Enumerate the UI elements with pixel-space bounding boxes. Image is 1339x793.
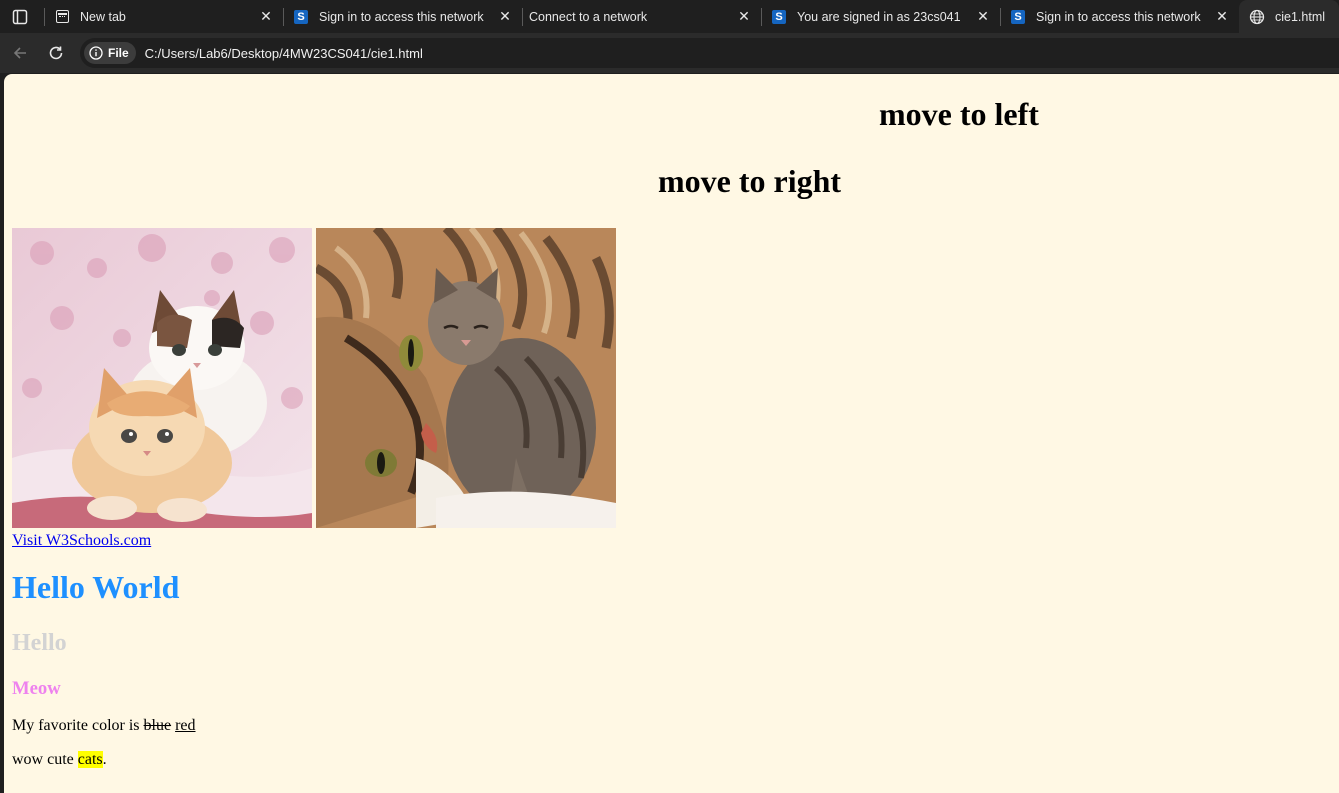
tab-connect-network[interactable]: Connect to a network ✕ <box>522 0 761 33</box>
kittens-image <box>12 228 312 528</box>
site-chip-label: File <box>108 46 129 60</box>
cute-cats-suffix: . <box>102 751 107 768</box>
tab-title: New tab <box>80 9 126 24</box>
tab-actions-icon <box>12 9 28 25</box>
cat-and-kitten-image <box>316 228 616 528</box>
page-viewport: move to left move to right Visit W3Schoo… <box>4 74 1339 793</box>
tab-close-icon[interactable]: ✕ <box>1213 8 1231 26</box>
cute-cats-prefix: wow cute <box>12 751 78 768</box>
reload-icon <box>49 46 63 60</box>
heading-move-to-left: move to left <box>879 96 1039 132</box>
hello-world-heading: Hello World <box>12 569 180 605</box>
tab-actions-menu-button[interactable] <box>10 7 30 27</box>
inserted-text: red <box>175 717 196 734</box>
tab-title: Sign in to access this network <box>1036 9 1201 24</box>
tab-close-icon[interactable]: ✕ <box>496 8 514 26</box>
back-arrow-icon <box>13 47 26 59</box>
favorite-color-paragraph: My favorite color is blue red <box>12 717 196 735</box>
tab-new-tab[interactable]: New tab ✕ <box>44 0 283 33</box>
tab-title: You are signed in as 23cs041 <box>797 9 961 24</box>
cute-cats-paragraph: wow cute cats. <box>12 751 107 769</box>
heading-move-to-right: move to right <box>658 163 842 199</box>
url-text[interactable]: C:/Users/Lab6/Desktop/4MW23CS041/cie1.ht… <box>145 46 423 61</box>
tab-title: cie1.html <box>1275 9 1326 24</box>
meow-heading: Meow <box>12 678 61 699</box>
s-favicon-icon: S <box>293 9 309 25</box>
back-button[interactable] <box>8 41 32 65</box>
w3schools-link[interactable]: Visit W3Schools.com <box>12 532 151 550</box>
s-favicon-icon: S <box>1010 9 1026 25</box>
address-bar[interactable]: File C:/Users/Lab6/Desktop/4MW23CS041/ci… <box>80 38 1339 68</box>
info-icon <box>89 46 103 60</box>
tab-separator <box>522 8 523 26</box>
tab-close-icon[interactable]: ✕ <box>257 8 275 26</box>
tab-title: Connect to a network <box>529 9 648 24</box>
tab-title: Sign in to access this network <box>319 9 484 24</box>
tab-separator <box>1000 8 1001 26</box>
deleted-text: blue <box>143 717 172 734</box>
reload-button[interactable] <box>44 41 68 65</box>
site-info-chip[interactable]: File <box>84 42 136 64</box>
hello-heading: Hello <box>12 630 67 656</box>
tab-sign-in-network-2[interactable]: S Sign in to access this network ✕ <box>1000 0 1239 33</box>
tab-cie1-active[interactable]: cie1.html <box>1239 0 1339 33</box>
favorite-color-prefix: My favorite color is <box>12 717 144 734</box>
tab-sign-in-network-1[interactable]: S Sign in to access this network ✕ <box>283 0 522 33</box>
tab-strip: New tab ✕ S Sign in to access this netwo… <box>0 0 1339 33</box>
globe-icon <box>1249 9 1265 25</box>
browser-toolbar: File C:/Users/Lab6/Desktop/4MW23CS041/ci… <box>0 33 1339 73</box>
newtab-icon <box>54 9 70 25</box>
highlighted-text: cats <box>77 751 103 768</box>
tab-signed-in[interactable]: S You are signed in as 23cs041 ✕ <box>761 0 1000 33</box>
tab-separator <box>283 8 284 26</box>
s-favicon-icon: S <box>771 9 787 25</box>
tab-separator <box>761 8 762 26</box>
tab-close-icon[interactable]: ✕ <box>974 8 992 26</box>
tab-separator <box>44 8 45 26</box>
tab-close-icon[interactable]: ✕ <box>735 8 753 26</box>
